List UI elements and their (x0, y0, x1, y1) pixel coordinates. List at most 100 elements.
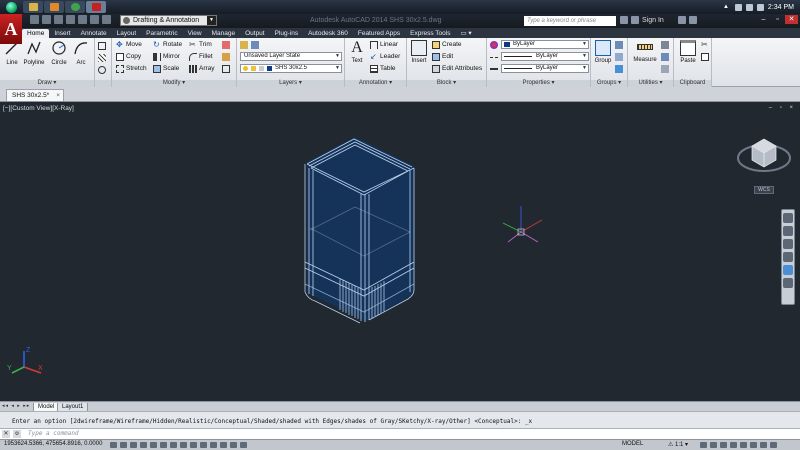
flag-icon[interactable] (734, 3, 742, 11)
layer-tools-button[interactable] (251, 40, 261, 50)
scale-button[interactable]: Scale (153, 64, 179, 74)
wcs-menu[interactable]: WCS (754, 186, 774, 194)
tray-expand-icon[interactable]: ▲ (723, 4, 729, 10)
stretch-button[interactable]: Stretch (116, 64, 147, 74)
trim-button[interactable]: ✂ Trim (189, 40, 212, 50)
ungroup-button[interactable] (615, 40, 625, 50)
ribbon-tab-view[interactable]: View (183, 29, 207, 38)
ellipse-button[interactable] (98, 65, 108, 75)
help-icon[interactable] (688, 16, 697, 24)
annotation-panel-title[interactable]: Annotation ▾ (345, 80, 406, 87)
3d-object-snap-icon[interactable] (170, 442, 177, 448)
ribbon-tab-layout[interactable]: Layout (112, 29, 142, 38)
drawing-viewport[interactable]: [−][Custom View][X-Ray] – ▫ × Z X Y WCS (0, 102, 800, 401)
close-command-icon[interactable]: ✕ (2, 430, 10, 438)
polar-tracking-icon[interactable] (150, 442, 157, 448)
viewcube[interactable] (737, 138, 791, 172)
ribbon-tab-plug-ins[interactable]: Plug-ins (270, 29, 303, 38)
group-selection-button[interactable] (615, 64, 625, 74)
steering-wheel-icon[interactable] (783, 213, 793, 223)
copy-clip-button[interactable] (701, 52, 711, 62)
orbit-icon[interactable] (783, 252, 793, 262)
ribbon-tab-parametric[interactable]: Parametric (141, 29, 182, 38)
leader-button[interactable]: ↙ Leader (370, 52, 400, 62)
quick-properties-icon[interactable] (230, 442, 237, 448)
linear-button[interactable]: Linear (370, 40, 398, 50)
create-button[interactable]: Create (432, 40, 462, 50)
taskbar-app-file-explorer[interactable] (23, 1, 43, 13)
navbar-settings-icon[interactable] (783, 278, 793, 288)
groups-panel-title[interactable]: Groups ▾ (591, 80, 627, 87)
print-icon[interactable] (78, 15, 87, 24)
network-icon[interactable] (745, 3, 753, 11)
grid-display-icon[interactable] (130, 442, 137, 448)
clean-screen-icon[interactable] (770, 442, 777, 448)
snap-mode-icon[interactable] (120, 442, 127, 448)
open-icon[interactable] (42, 15, 51, 24)
utilities-panel-title[interactable]: Utilities ▾ (628, 80, 673, 87)
lineweight-icon-button[interactable] (490, 64, 500, 74)
auto-scale-icon[interactable] (710, 442, 717, 448)
volume-icon[interactable] (756, 3, 764, 11)
ribbon-tab-annotate[interactable]: Annotate (76, 29, 112, 38)
new-icon[interactable] (30, 15, 39, 24)
command-input[interactable]: Type a command (28, 430, 79, 437)
layers-panel-title[interactable]: Layers ▾ (237, 80, 344, 87)
model-space-toggle[interactable]: MODEL (622, 441, 643, 447)
explode-button[interactable] (222, 52, 232, 62)
zoom-icon[interactable] (783, 239, 793, 249)
clipboard-panel-title[interactable]: Clipboard (674, 80, 711, 87)
workspace-dropdown[interactable]: Drafting & Annotation ▼ (120, 15, 217, 26)
rectangle-button[interactable] (98, 41, 108, 51)
calculator-button[interactable] (661, 40, 671, 50)
exchange-icon[interactable] (677, 16, 686, 24)
circle-button[interactable]: Circle (48, 39, 70, 66)
taskbar-app-media-player[interactable] (44, 1, 64, 13)
mirror-button[interactable]: Mirror (153, 52, 180, 62)
status-bar-menu-icon[interactable] (760, 442, 767, 448)
object-snap-icon[interactable] (160, 442, 167, 448)
move-button[interactable]: ✥ Move (116, 40, 142, 50)
transparency-icon[interactable] (220, 442, 227, 448)
block-panel-title[interactable]: Block ▾ (407, 80, 486, 87)
ribbon-tab-featured-apps[interactable]: Featured Apps (353, 29, 405, 38)
ribbon-tab-express-tools[interactable]: Express Tools (405, 29, 455, 38)
layer-properties-button[interactable] (240, 40, 250, 50)
taskbar-app-autocad[interactable] (86, 1, 106, 13)
color-dropdown[interactable]: ByLayer ▼ (501, 40, 589, 49)
layer-state-dropdown[interactable]: Unsaved Layer State ▼ (240, 52, 342, 61)
text-button[interactable]: A Text (346, 39, 368, 65)
edit-button[interactable]: Edit (432, 52, 453, 62)
quick-select-button[interactable] (661, 52, 671, 62)
minimize-button[interactable]: – (757, 15, 770, 24)
match-properties-button[interactable] (490, 40, 500, 50)
close-button[interactable]: ✕ (785, 15, 798, 24)
start-button[interactable] (0, 0, 22, 14)
isolate-objects-icon[interactable] (750, 442, 757, 448)
undo-icon[interactable] (90, 15, 99, 24)
infer-constraints-icon[interactable] (110, 442, 117, 448)
modify-panel-title[interactable]: Modify ▾ (112, 80, 236, 87)
cut-button[interactable]: ✂ (701, 40, 711, 50)
lineweight-toggle-icon[interactable] (210, 442, 217, 448)
annotation-visibility-icon[interactable] (700, 442, 707, 448)
rotate-button[interactable]: ↻ Rotate (153, 40, 182, 50)
measure-button[interactable]: Measure (631, 39, 659, 63)
customize-command-icon[interactable]: ⚙ (13, 430, 21, 438)
dynamic-input-icon[interactable] (200, 442, 207, 448)
ribbon-minimize-icon[interactable]: ▭ ▾ (455, 29, 476, 38)
annotation-scale[interactable]: ⚠ 1:1 ▾ (668, 441, 688, 448)
linetype-icon-button[interactable] (490, 52, 500, 62)
search-icon[interactable] (620, 16, 628, 24)
save-icon[interactable] (54, 15, 63, 24)
table-button[interactable]: Table (370, 64, 396, 74)
ribbon-tab-manage[interactable]: Manage (207, 29, 241, 38)
offset-button[interactable] (222, 64, 232, 74)
lock-ui-icon[interactable] (730, 442, 737, 448)
polyline-button[interactable]: Polyline (22, 39, 46, 66)
dynamic-ucs-icon[interactable] (190, 442, 197, 448)
draw-panel-title[interactable]: Draw ▾ (0, 80, 94, 87)
sign-in-link[interactable]: Sign In (642, 17, 664, 24)
ribbon-tab-output[interactable]: Output (240, 29, 270, 38)
group-button[interactable]: Group (592, 39, 614, 64)
